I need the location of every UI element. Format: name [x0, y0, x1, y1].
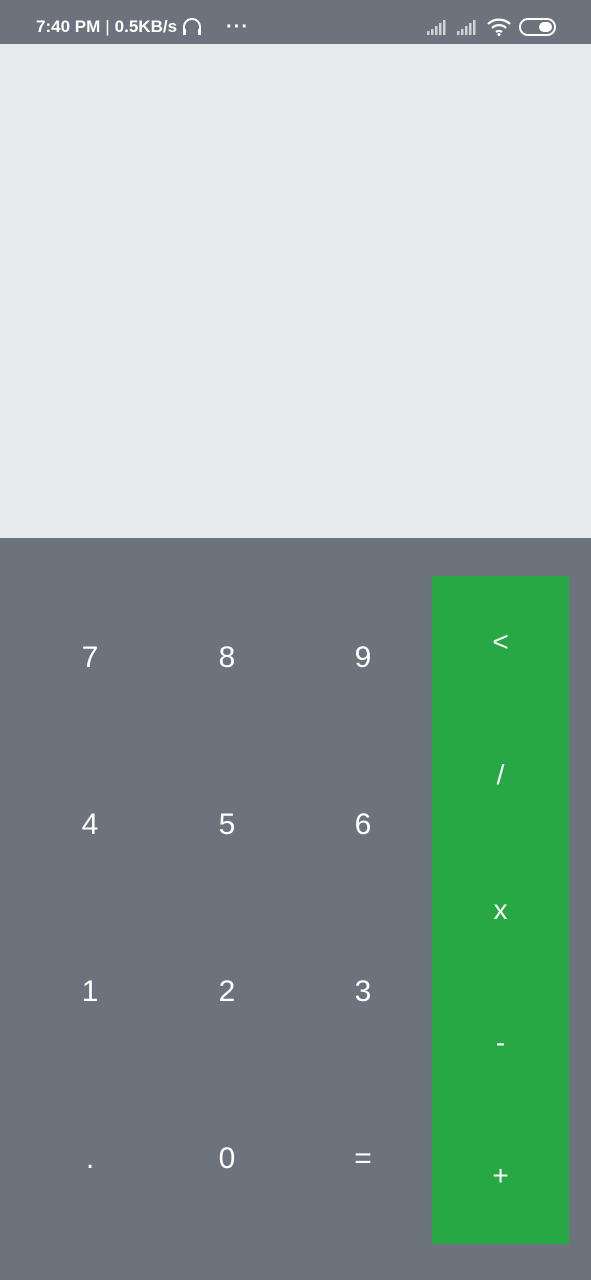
- headset-icon: [183, 18, 202, 35]
- status-bar: 7:40 PM | 0.5KB/s ···: [0, 0, 591, 44]
- key-6[interactable]: 6: [295, 785, 431, 865]
- operator-panel: < / x - +: [432, 576, 569, 1244]
- network-speed: 0.5KB/s: [114, 17, 178, 36]
- status-time: 7:40 PM: [36, 17, 101, 36]
- key-0[interactable]: 0: [159, 1119, 295, 1199]
- signal-icon: [457, 20, 476, 35]
- key-decimal[interactable]: .: [22, 1119, 158, 1199]
- key-backspace[interactable]: <: [432, 602, 569, 682]
- key-subtract[interactable]: -: [432, 1003, 569, 1083]
- key-1[interactable]: 1: [22, 952, 158, 1032]
- key-2[interactable]: 2: [159, 952, 295, 1032]
- status-left: 7:40 PM | 0.5KB/s: [36, 14, 203, 40]
- key-7[interactable]: 7: [22, 618, 158, 698]
- key-multiply[interactable]: x: [432, 870, 569, 950]
- key-4[interactable]: 4: [22, 785, 158, 865]
- signal-icon: [427, 20, 446, 35]
- key-8[interactable]: 8: [159, 618, 295, 698]
- calculator-display: [0, 44, 591, 538]
- key-divide[interactable]: /: [432, 735, 569, 815]
- more-icon: ···: [226, 16, 249, 38]
- key-5[interactable]: 5: [159, 785, 295, 865]
- key-add[interactable]: +: [432, 1136, 569, 1216]
- key-3[interactable]: 3: [295, 952, 431, 1032]
- key-equals[interactable]: =: [295, 1119, 431, 1199]
- status-separator: |: [105, 17, 110, 36]
- key-9[interactable]: 9: [295, 618, 431, 698]
- battery-icon: [519, 18, 556, 36]
- status-icons: [427, 14, 557, 40]
- wifi-icon: [487, 18, 511, 36]
